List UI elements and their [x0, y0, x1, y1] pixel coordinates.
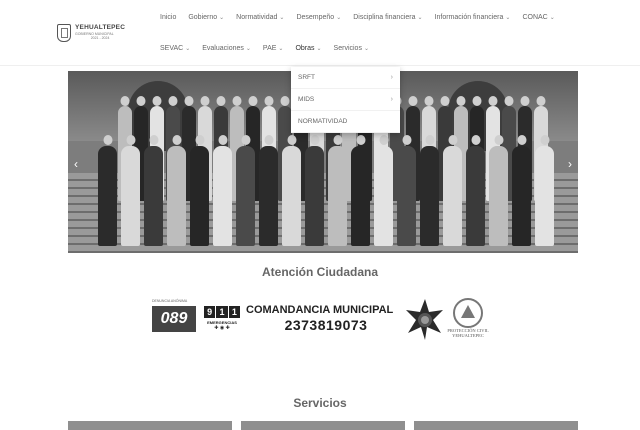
- person-silhouette: [236, 135, 255, 246]
- police-star-icon: [406, 299, 443, 340]
- main-nav-row-2: SEVAC ⌄ Evaluaciones ⌄ PAE ⌄ Obras ⌄ Servici…: [160, 45, 381, 52]
- person-silhouette: [190, 135, 209, 246]
- emergencias-badge: 9 1 1 EMERGENCIAS ✚ ◉ ✚: [204, 306, 240, 332]
- comandancia-title: COMANDANCIA MUNICIPAL: [246, 304, 394, 316]
- chevron-down-icon: ⌄: [185, 46, 191, 52]
- main-nav-row-1: Inicio Gobierno ⌄ Normatividad ⌄ Desempeño…: [160, 14, 567, 21]
- site-logo[interactable]: YEHUALTEPEC GOBIERNO MUNICIPAL 2021 - 20…: [57, 24, 125, 42]
- chevron-down-icon: ⌄: [316, 46, 322, 52]
- site-header: YEHUALTEPEC GOBIERNO MUNICIPAL 2021 - 20…: [0, 0, 640, 66]
- chevron-down-icon: ⌄: [219, 15, 225, 21]
- person-silhouette: [535, 135, 554, 246]
- chevron-down-icon: ⌄: [417, 15, 423, 21]
- nav-item-disciplina-financiera[interactable]: Disciplina financiera ⌄: [353, 14, 422, 21]
- person-silhouette: [443, 135, 462, 246]
- comandancia-info: COMANDANCIA MUNICIPAL 2373819073: [246, 304, 406, 333]
- denuncia-anonima-badge: DENUNCIA ANÓNIMA 089: [152, 299, 196, 332]
- person-silhouette: [167, 135, 186, 246]
- person-silhouette: [512, 135, 531, 246]
- chevron-down-icon: ⌄: [549, 15, 555, 21]
- slider-prev-button[interactable]: ‹: [74, 157, 78, 171]
- chevron-down-icon: ⌄: [278, 46, 284, 52]
- chevron-right-icon: ›: [390, 96, 393, 103]
- person-silhouette: [420, 135, 439, 246]
- service-card[interactable]: [414, 421, 578, 430]
- chevron-down-icon: ⌄: [279, 15, 285, 21]
- person-silhouette: [397, 135, 416, 246]
- person-silhouette: [282, 135, 301, 246]
- chevron-down-icon: ⌄: [505, 15, 511, 21]
- person-silhouette: [144, 135, 163, 246]
- proteccion-civil-logo: PROTECCIÓN CIVIL YEHUALTEPEC: [442, 298, 494, 344]
- nav-item-inicio[interactable]: Inicio: [160, 14, 176, 21]
- atencion-ciudadana-title: Atención Ciudadana: [261, 265, 378, 279]
- chevron-right-icon: ›: [390, 74, 393, 81]
- nav-item-gobierno[interactable]: Gobierno ⌄: [188, 14, 224, 21]
- emergency-digit: 1: [216, 306, 228, 318]
- comandancia-phone[interactable]: 2373819073: [246, 317, 406, 333]
- person-silhouette: [466, 135, 485, 246]
- chevron-down-icon: ⌄: [336, 15, 342, 21]
- service-card[interactable]: [241, 421, 405, 430]
- person-silhouette: [374, 135, 393, 246]
- emergency-services-icons: ✚ ◉ ✚: [214, 325, 230, 331]
- person-silhouette: [259, 135, 278, 246]
- denuncia-number: 089: [160, 310, 188, 327]
- nav-item-obras[interactable]: Obras ⌄: [295, 45, 321, 52]
- municipal-crest-icon: [57, 24, 71, 42]
- nav-item-normatividad[interactable]: Normatividad ⌄: [236, 14, 284, 21]
- slider-next-button[interactable]: ›: [568, 157, 572, 171]
- chevron-down-icon: ⌄: [245, 46, 251, 52]
- nav-item-servicios[interactable]: Servicios ⌄: [334, 45, 369, 52]
- obras-dropdown-menu: SRFT › MIDS › NORMATIVIDAD: [291, 67, 400, 133]
- denuncia-label: DENUNCIA ANÓNIMA: [152, 299, 188, 303]
- person-silhouette: [121, 135, 140, 246]
- logo-years: 2021 - 2024: [90, 36, 110, 41]
- nav-item-pae[interactable]: PAE ⌄: [263, 45, 284, 52]
- nav-item-sevac[interactable]: SEVAC ⌄: [160, 45, 190, 52]
- nav-item-evaluaciones[interactable]: Evaluaciones ⌄: [202, 45, 251, 52]
- person-silhouette: [351, 135, 370, 246]
- person-silhouette: [213, 135, 232, 246]
- nav-item-informacion-financiera[interactable]: Información financiera ⌄: [435, 14, 511, 21]
- emergency-contacts-banner: DENUNCIA ANÓNIMA 089 9 1 1 EMERGENCIAS ✚…: [150, 296, 500, 342]
- chevron-down-icon: ⌄: [363, 46, 369, 52]
- dropdown-item-normatividad[interactable]: NORMATIVIDAD: [291, 111, 400, 133]
- servicios-title: Servicios: [293, 396, 347, 410]
- civil-protection-icon: [453, 298, 483, 328]
- dropdown-item-mids[interactable]: MIDS ›: [291, 89, 400, 111]
- person-silhouette: [98, 135, 117, 246]
- proteccion-civil-town: YEHUALTEPEC: [452, 332, 484, 338]
- emergency-digit: 1: [228, 306, 240, 318]
- dropdown-item-srft[interactable]: SRFT ›: [291, 67, 400, 89]
- nav-item-desempeno[interactable]: Desempeño ⌄: [296, 14, 341, 21]
- nav-item-conac[interactable]: CONAC ⌄: [522, 14, 554, 21]
- person-silhouette: [489, 135, 508, 246]
- emergency-digit: 9: [204, 306, 216, 318]
- service-card[interactable]: [68, 421, 232, 430]
- logo-name: YEHUALTEPEC: [75, 24, 126, 32]
- person-silhouette: [305, 135, 324, 246]
- person-silhouette: [328, 135, 347, 246]
